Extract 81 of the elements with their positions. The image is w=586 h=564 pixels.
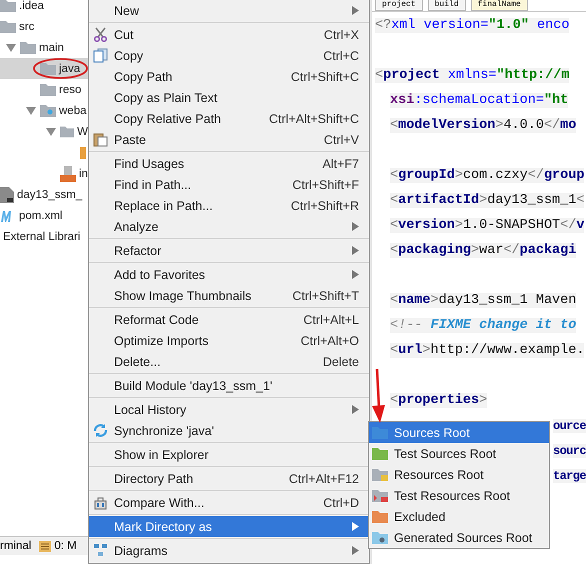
breadcrumb-tab[interactable]: finalName (470, 0, 528, 11)
tree-label: W (77, 126, 88, 138)
list-icon (39, 540, 52, 552)
tree-item[interactable]: .idea (0, 0, 88, 16)
tree-label: .idea (19, 0, 44, 12)
folder-icon (40, 62, 56, 75)
menu-item[interactable]: Add to Favorites (89, 264, 369, 285)
tree-label: External Librari (3, 230, 80, 242)
menu-item[interactable]: Copy Relative Path Ctrl+Alt+Shift+C (89, 108, 369, 129)
tree-item[interactable]: External Librari (0, 226, 88, 247)
tool-window-tab[interactable]: 0: M (39, 540, 77, 552)
module-icon (0, 186, 14, 202)
folder-icon (0, 0, 16, 12)
menu-item[interactable]: Resources Root (369, 464, 549, 485)
web-folder-icon (40, 104, 56, 117)
generated-folder-icon (372, 531, 388, 544)
tree-item[interactable]: pom.xml (0, 205, 88, 226)
test-resources-folder-icon (372, 489, 388, 502)
menu-item[interactable]: Diagrams (89, 540, 369, 561)
menu-item[interactable]: Excluded (369, 506, 549, 527)
file-icon (80, 146, 86, 158)
tree-label: reso (59, 84, 82, 96)
menu-item[interactable]: Reformat Code Ctrl+Alt+L (89, 309, 369, 330)
menu-item[interactable]: Find Usages Alt+F7 (89, 153, 369, 174)
menu-item[interactable]: Sources Root (369, 422, 549, 443)
tree-item[interactable]: src (0, 16, 88, 37)
menu-item[interactable]: Local History (89, 399, 369, 420)
tree-label: java (59, 62, 80, 74)
folder-icon (60, 125, 74, 138)
tree-item[interactable]: reso (0, 79, 88, 100)
copy-icon (93, 48, 108, 63)
menu-item[interactable]: Test Sources Root (369, 443, 549, 464)
menu-item[interactable]: Synchronize 'java' (89, 420, 369, 441)
tree-label: pom.xml (19, 210, 62, 222)
tree-item[interactable]: in (0, 163, 88, 184)
paste-icon (93, 132, 108, 147)
menu-item[interactable]: Mark Directory as (89, 516, 369, 537)
menu-item[interactable]: Find in Path... Ctrl+Shift+F (89, 174, 369, 195)
folder-icon (20, 41, 36, 54)
tree-label: main (39, 42, 64, 54)
menu-item[interactable]: Copy Path Ctrl+Shift+C (89, 66, 369, 87)
tree-label: day13_ssm_ (17, 188, 82, 200)
excluded-folder-icon (372, 510, 388, 523)
menu-item[interactable]: Test Resources Root (369, 485, 549, 506)
menu-item[interactable]: Show Image Thumbnails Ctrl+Shift+T (89, 285, 369, 306)
diagram-icon (93, 543, 108, 558)
tree-item[interactable]: java (0, 58, 88, 79)
compare-icon (93, 495, 108, 510)
menu-item[interactable]: Analyze (89, 216, 369, 237)
menu-item[interactable]: Optimize Imports Ctrl+Alt+O (89, 330, 369, 351)
menu-item[interactable]: Show in Explorer (89, 444, 369, 465)
menu-item[interactable]: New (89, 0, 369, 21)
tree-item[interactable]: main (0, 37, 88, 58)
breadcrumb-tab[interactable]: build (428, 0, 466, 11)
tree-item[interactable]: W (0, 121, 88, 142)
menu-item[interactable]: Paste Ctrl+V (89, 129, 369, 150)
menu-item[interactable]: Build Module 'day13_ssm_1' (89, 375, 369, 396)
tree-label: weba (59, 104, 86, 116)
menu-item[interactable]: Directory Path Ctrl+Alt+F12 (89, 468, 369, 489)
tree-label: in (79, 168, 88, 180)
breadcrumb-tab[interactable]: project (375, 0, 423, 11)
sync-icon (93, 423, 108, 438)
menu-item[interactable]: Copy as Plain Text (89, 87, 369, 108)
jsp-file-icon (60, 166, 76, 182)
menu-item[interactable]: Delete... Delete (89, 351, 369, 372)
test-sources-folder-icon (372, 447, 388, 460)
tree-item[interactable]: day13_ssm_ (0, 184, 88, 205)
resources-folder-icon (372, 468, 388, 481)
folder-icon (0, 20, 16, 33)
scissors-icon (93, 27, 108, 42)
menu-item[interactable]: Compare With... Ctrl+D (89, 492, 369, 513)
tree-label: src (19, 20, 34, 32)
menu-item[interactable]: Copy Ctrl+C (89, 45, 369, 66)
highlight-ellipse (33, 58, 88, 79)
menu-item[interactable]: Generated Sources Root (369, 527, 549, 548)
menu-item[interactable]: Replace in Path... Ctrl+Shift+R (89, 195, 369, 216)
menu-item[interactable]: Refactor (89, 240, 369, 261)
folder-icon (40, 83, 56, 96)
tree-item[interactable]: weba (0, 100, 88, 121)
tool-window-tab[interactable]: rminal (0, 540, 32, 552)
menu-item[interactable]: Cut Ctrl+X (89, 24, 369, 45)
